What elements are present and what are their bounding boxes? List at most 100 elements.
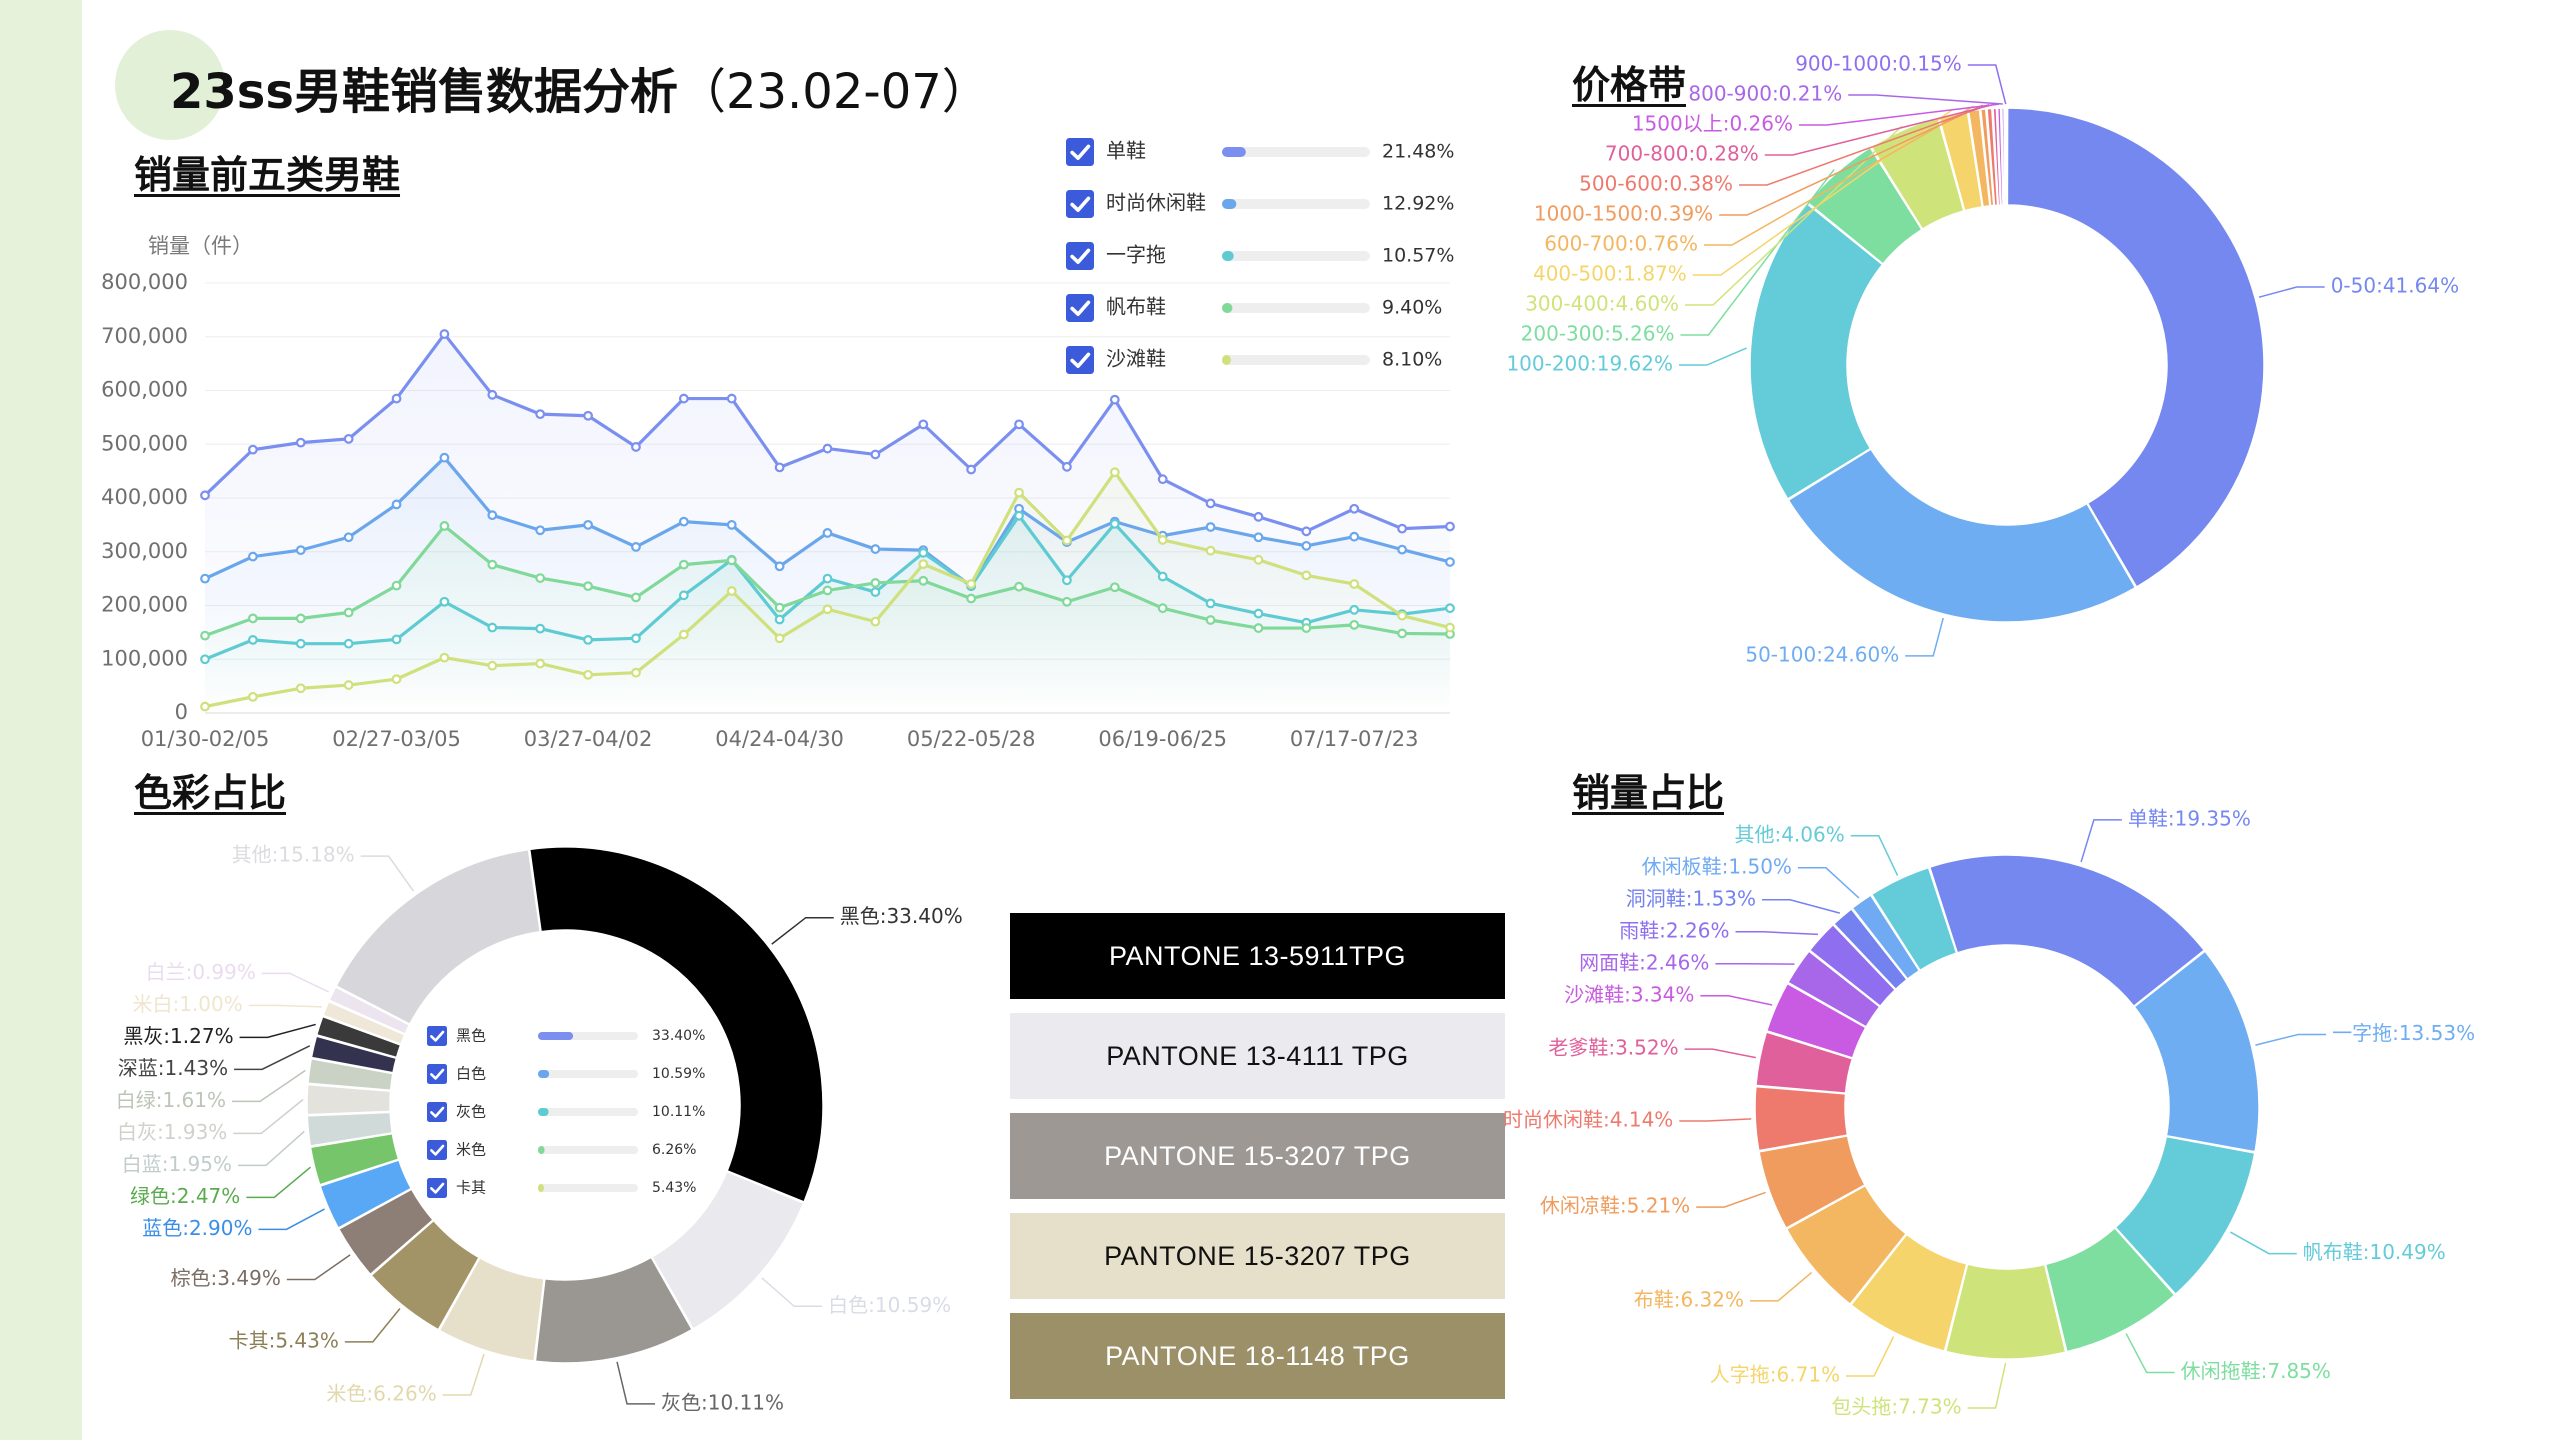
color-legend-checkbox[interactable] [427, 1178, 447, 1198]
slice-label-line [286, 1254, 351, 1281]
data-point [200, 573, 210, 584]
data-point [870, 578, 881, 588]
data-point [631, 592, 641, 603]
slice-label-line [1967, 1362, 2007, 1409]
slice-label-line [1750, 1271, 1813, 1302]
legend-checkbox[interactable] [1066, 294, 1094, 322]
data-point [1062, 535, 1072, 546]
data-point [487, 660, 498, 671]
slice-label: 白灰:1.93% [117, 1120, 227, 1144]
data-point [583, 410, 593, 421]
data-point [1253, 623, 1264, 633]
data-point [295, 683, 306, 694]
slice-label-line [1905, 617, 1944, 657]
slice-label: 深蓝:1.43% [118, 1056, 228, 1080]
slice-label: 布鞋:6.32% [1634, 1287, 1744, 1311]
color-legend-value: 5.43% [652, 1180, 696, 1196]
donut-slice [2006, 107, 2265, 588]
data-point [1109, 394, 1120, 405]
data-point [1397, 610, 1408, 621]
legend-checkbox[interactable] [1066, 190, 1094, 218]
color-legend-label: 黑色 [456, 1027, 486, 1045]
color-legend-checkbox-box [427, 1026, 447, 1046]
data-point [918, 419, 929, 430]
color-legend-checkbox[interactable] [427, 1064, 447, 1084]
data-point [1253, 532, 1264, 543]
data-point [1445, 557, 1455, 567]
color-legend-track [538, 1070, 638, 1078]
data-point [1109, 518, 1120, 529]
slice-label: 1000-1500:0.39% [1534, 202, 1713, 226]
data-point [247, 613, 258, 624]
data-point [1205, 522, 1216, 532]
data-point [1157, 571, 1168, 582]
slice-label: 其他:4.06% [1734, 822, 1844, 846]
legend-checkbox[interactable] [1066, 346, 1094, 374]
slice-label-line [261, 972, 329, 993]
data-point [487, 510, 498, 521]
legend-checkbox[interactable] [1066, 138, 1094, 166]
slice-label: 蓝色:2.90% [142, 1216, 252, 1240]
color-legend-fill [538, 1070, 550, 1078]
slice-label: 一字拖:13.53% [2332, 1021, 2475, 1045]
data-point [870, 449, 881, 460]
data-point [1445, 521, 1455, 532]
donut-slice [2004, 107, 2008, 206]
slice-label-line [2258, 286, 2325, 298]
x-tick-label: 06/19-06/25 [1098, 727, 1227, 751]
slice-label: 帆布鞋:10.49% [2303, 1240, 2446, 1264]
data-point [1301, 526, 1312, 537]
data-point [726, 393, 737, 404]
slice-label-line [258, 1208, 325, 1231]
legend-label: 帆布鞋 [1106, 295, 1166, 319]
color-legend-fill [538, 1108, 549, 1116]
slice-label: 灰色:10.11% [661, 1390, 784, 1414]
pantone-swatch: PANTONE 13-4111 TPG [1010, 1013, 1505, 1099]
data-point [822, 443, 833, 454]
slice-label-line [232, 1069, 306, 1103]
legend-checkbox[interactable] [1066, 242, 1094, 270]
color-legend-checkbox[interactable] [427, 1140, 447, 1160]
data-point [1109, 582, 1120, 593]
slice-label: 单鞋:19.35% [2128, 806, 2251, 830]
pantone-swatch: PANTONE 13-5911TPG [1010, 913, 1505, 999]
data-point [487, 559, 498, 570]
legend-checkbox-box [1066, 138, 1094, 166]
slice-label: 300-400:4.60% [1525, 292, 1679, 316]
color-legend-checkbox[interactable] [427, 1026, 447, 1046]
data-point [678, 516, 689, 527]
legend-bar-fill [1222, 199, 1237, 209]
color-legend-checkbox[interactable] [427, 1102, 447, 1122]
y-tick-label: 0 [175, 700, 188, 724]
slice-label: 500-600:0.38% [1579, 172, 1733, 196]
legend-label: 沙滩鞋 [1106, 347, 1166, 371]
data-point [391, 499, 402, 510]
data-point [487, 622, 498, 633]
data-point [631, 542, 641, 552]
color-legend-checkbox-box [427, 1064, 447, 1084]
data-point [487, 389, 498, 400]
data-point [1205, 615, 1216, 625]
slice-label-line [2229, 1231, 2297, 1255]
data-point [678, 559, 689, 570]
data-point [343, 607, 354, 618]
color-legend-value: 6.26% [652, 1142, 696, 1158]
legend-bar-fill [1222, 251, 1234, 261]
x-tick-label: 05/22-05/28 [907, 727, 1036, 751]
legend-bar-track [1222, 199, 1370, 209]
data-point [631, 442, 641, 452]
x-tick-label: 02/27-03/05 [332, 727, 461, 751]
data-point [535, 525, 546, 536]
legend-label: 一字拖 [1106, 243, 1166, 267]
slice-label: 沙滩鞋:3.34% [1564, 982, 1694, 1006]
pantone-swatch: PANTONE 15-3207 TPG [1010, 1213, 1505, 1299]
slice-label-line [761, 1277, 823, 1308]
data-point [295, 437, 306, 448]
slice-label-line [771, 916, 834, 945]
data-point [631, 667, 641, 678]
data-point [966, 593, 977, 604]
legend-value: 10.57% [1382, 245, 1454, 267]
slice-label: 黑色:33.40% [840, 904, 963, 928]
data-point [1157, 474, 1168, 485]
y-tick-label: 400,000 [101, 485, 188, 509]
